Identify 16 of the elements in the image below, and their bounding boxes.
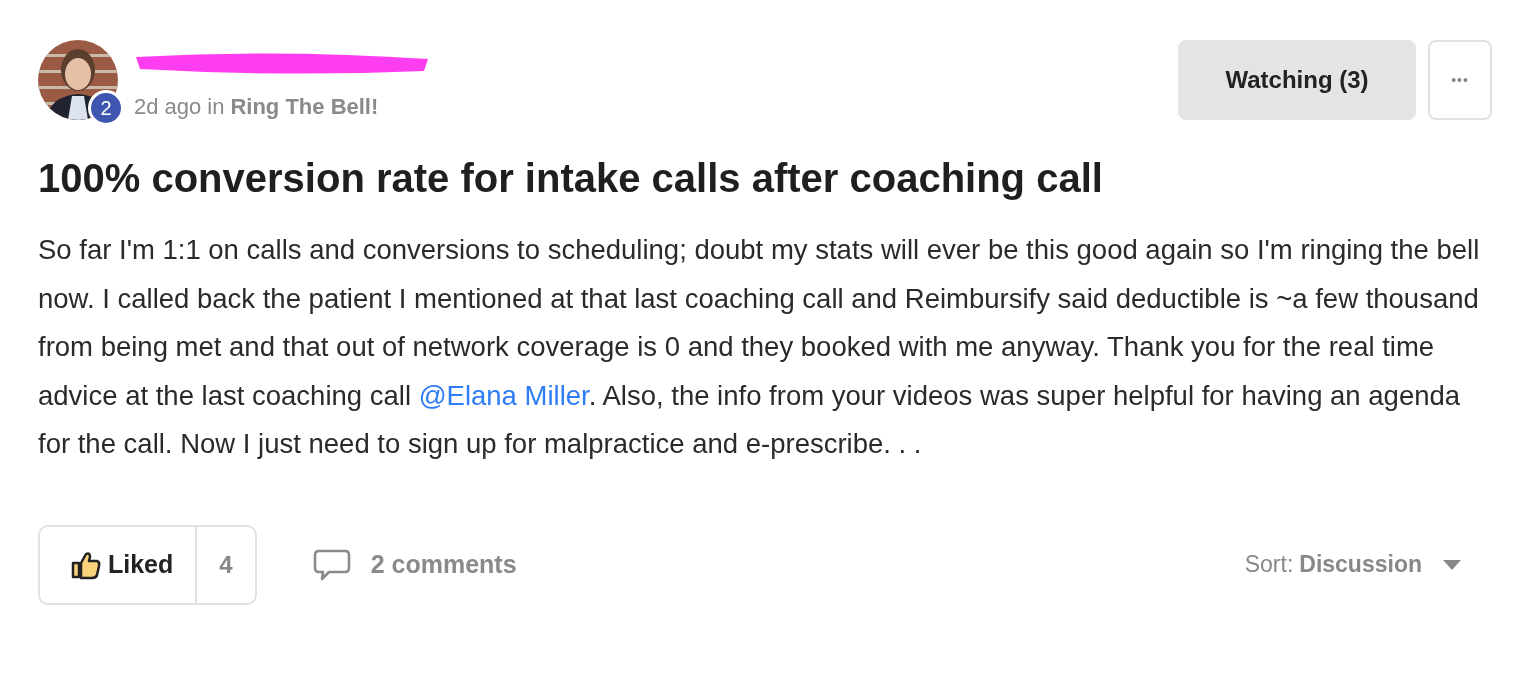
post-time: 2d ago [134,94,202,120]
like-button[interactable]: Liked [40,526,198,603]
in-label: in [207,94,225,120]
level-badge: 2 [88,90,124,126]
post-title: 100% conversion rate for intake calls after coaching call [38,155,1104,202]
caret-icon [1442,558,1462,571]
like-count: 4 [218,549,234,580]
mention-link[interactable]: @Elana Miller [418,379,589,411]
more-button[interactable]: ••• [1428,40,1492,120]
post-body: So far I'm 1:1 on calls and conversions to scheduling; doubt my stats will ever be this good again so I'm ringing the bell now. I called back the patient I mentioned at that last coaching call and Reimbursify said deductible is ~a few thousand from being met and that out of network coverage is 0 and they booked with me anyway. Thank you for the real time advice at the last coaching call @Elana Miller. Also, the info from your videos was super helpful for having an agenda for the call. Now I just need to sign up for malpractice and e-prescribe. . . [38,233,1481,461]
comments-link[interactable]: 2 comments [312,547,517,582]
watch-button[interactable]: Watching (3) [1178,40,1416,120]
group-link[interactable]: Ring The Bell! [230,94,379,120]
thumbs-up-icon [70,549,102,580]
speech-bubble-icon [312,547,351,582]
sort-dropdown[interactable]: Sort: Discussion [1238,550,1468,579]
